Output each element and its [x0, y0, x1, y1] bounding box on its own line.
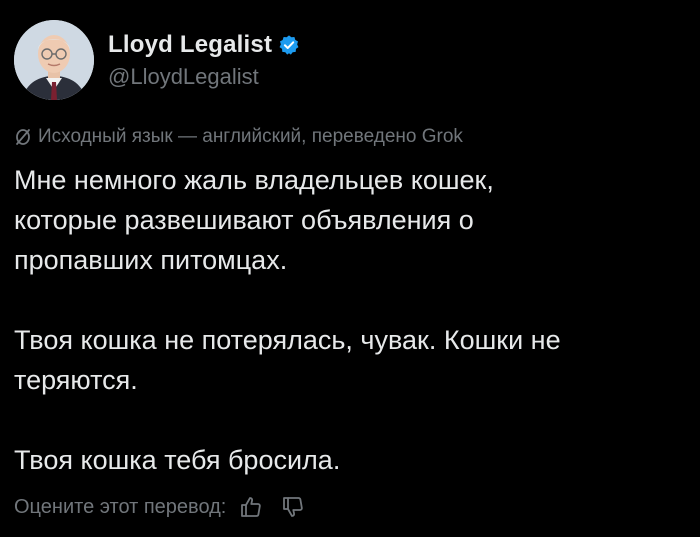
translation-note-text: Исходный язык — английский, переведено G… — [38, 126, 463, 147]
tweet: Lloyd Legalist @LloydLegalist Исходный я… — [0, 0, 700, 537]
tweet-header: Lloyd Legalist @LloydLegalist — [14, 20, 300, 100]
thumbs-up-icon[interactable] — [238, 494, 264, 520]
rate-translation-label: Оцените этот перевод: — [14, 495, 227, 518]
translate-icon — [14, 128, 32, 146]
name-row: Lloyd Legalist — [108, 30, 300, 60]
user-info: Lloyd Legalist @LloydLegalist — [108, 30, 300, 90]
avatar-image — [14, 20, 94, 100]
rate-translation: Оцените этот перевод: — [14, 494, 322, 520]
tweet-text: Мне немного жаль владельцев кошек, котор… — [14, 165, 561, 475]
translation-note[interactable]: Исходный язык — английский, переведено G… — [14, 126, 463, 148]
avatar[interactable] — [14, 20, 94, 100]
handle[interactable]: @LloydLegalist — [108, 64, 300, 90]
verified-badge-icon[interactable] — [278, 34, 300, 56]
display-name[interactable]: Lloyd Legalist — [108, 31, 272, 59]
thumbs-down-icon[interactable] — [280, 494, 306, 520]
